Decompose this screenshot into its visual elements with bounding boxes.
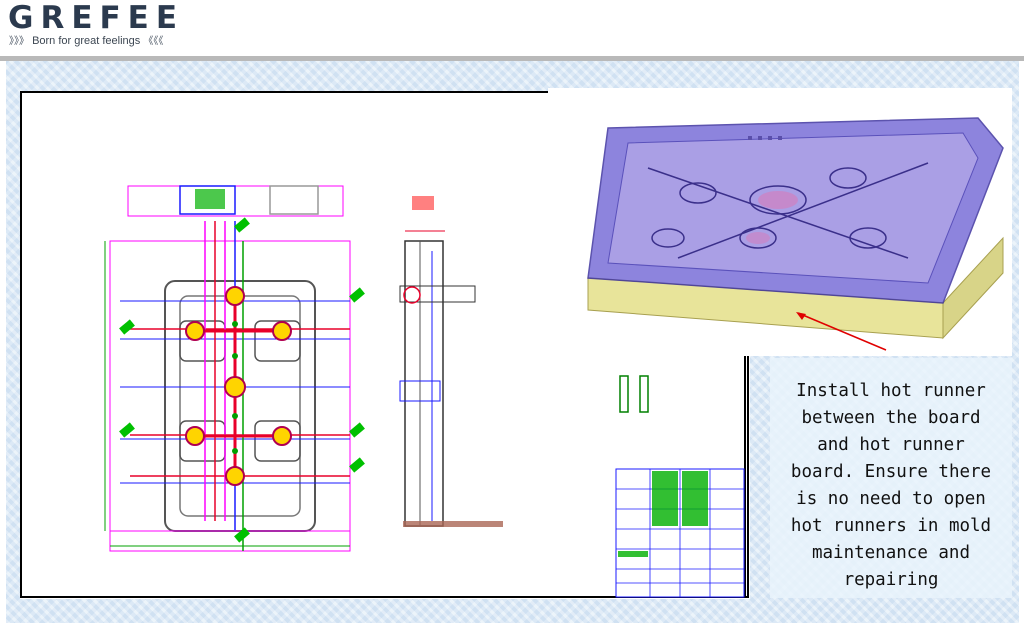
caption-box: Install hot runner between the board and… [770, 358, 1012, 598]
brand-logo[interactable]: GREFEE [8, 0, 184, 36]
tagline-suffix: 《《《 [143, 36, 164, 47]
header: GREFEE 》》》 Born for great feelings 《《《 [0, 0, 1024, 56]
mold-3d-render-icon [587, 117, 1004, 351]
tagline-prefix: 》》》 [9, 36, 29, 47]
caption-text: Install hot runner between the board and… [790, 381, 992, 590]
mold-3d-render [548, 88, 1012, 356]
tagline-text: Born for great feelings [32, 35, 141, 47]
brand-tagline: 》》》 Born for great feelings 《《《 [9, 32, 163, 47]
